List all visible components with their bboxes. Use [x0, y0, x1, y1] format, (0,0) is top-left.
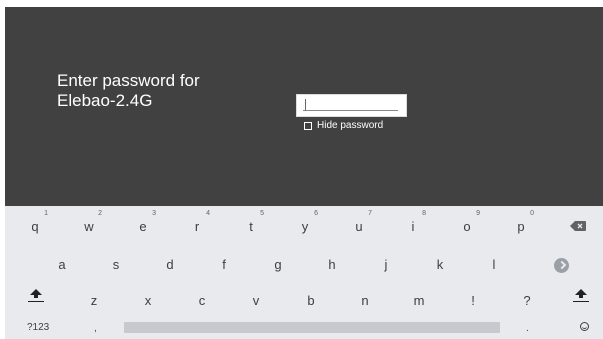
key-label: x	[144, 293, 152, 308]
key-w[interactable]: w 2	[75, 210, 103, 235]
key-label: v	[252, 293, 260, 308]
key-label: y	[301, 219, 309, 234]
key-hint: 6	[314, 210, 318, 217]
key-label: n	[361, 293, 369, 308]
key-hint: 4	[206, 210, 210, 217]
key-y[interactable]: y 6	[291, 210, 319, 235]
key-question[interactable]: ?	[513, 293, 541, 309]
on-screen-keyboard: q 1 w 2 e 3 r 4 t 5 y 6 u 7 i 8 o 9 p 0 …	[5, 206, 603, 339]
key-t[interactable]: t 5	[237, 210, 265, 235]
key-hint: 8	[422, 210, 426, 217]
key-label: q	[31, 219, 39, 234]
key-m[interactable]: m	[405, 293, 433, 309]
comma-key[interactable]: ,	[94, 323, 97, 334]
key-i[interactable]: i 8	[399, 210, 427, 235]
key-o[interactable]: o 9	[453, 210, 481, 235]
key-label: d	[166, 257, 174, 272]
hide-password-label: Hide password	[317, 120, 384, 131]
key-label: r	[194, 219, 200, 234]
checkbox-icon	[304, 122, 312, 130]
input-underline	[303, 110, 398, 111]
key-h[interactable]: h	[318, 257, 346, 273]
key-hint: 9	[476, 210, 480, 217]
shift-stem	[579, 295, 583, 298]
key-e[interactable]: e 3	[129, 210, 157, 235]
enter-icon[interactable]	[554, 258, 569, 273]
key-r[interactable]: r 4	[183, 210, 211, 235]
key-u[interactable]: u 7	[345, 210, 373, 235]
key-exclamation[interactable]: !	[459, 293, 487, 309]
key-n[interactable]: n	[351, 293, 379, 309]
shift-bar	[573, 301, 589, 302]
key-hint: 2	[98, 210, 102, 217]
shift-icon[interactable]	[573, 289, 589, 303]
key-hint: 3	[152, 210, 156, 217]
key-label: ?	[523, 293, 531, 308]
backspace-icon[interactable]	[570, 221, 586, 231]
key-label: b	[307, 293, 315, 308]
key-d[interactable]: d	[156, 257, 184, 273]
key-v[interactable]: v	[242, 293, 270, 309]
password-input[interactable]	[296, 94, 407, 117]
hide-password-checkbox[interactable]: Hide password	[304, 120, 383, 132]
key-l[interactable]: l	[480, 257, 508, 273]
key-label: s	[112, 257, 120, 272]
key-label: l	[492, 257, 496, 272]
key-hint: 1	[44, 210, 48, 217]
key-label: o	[463, 219, 471, 234]
key-label: j	[384, 257, 388, 272]
shift-icon[interactable]	[28, 289, 44, 303]
key-label: e	[139, 219, 147, 234]
emoji-icon[interactable]	[580, 322, 589, 331]
key-label: w	[84, 219, 94, 234]
key-b[interactable]: b	[297, 293, 325, 309]
key-label: i	[411, 219, 415, 234]
key-q[interactable]: q 1	[21, 210, 49, 235]
key-a[interactable]: a	[48, 257, 76, 273]
key-label: m	[413, 293, 425, 308]
key-label: k	[436, 257, 444, 272]
key-label: !	[471, 293, 475, 308]
key-label: t	[249, 219, 253, 234]
key-k[interactable]: k	[426, 257, 454, 273]
prompt-title: Enter password for	[57, 71, 200, 90]
space-bar[interactable]	[124, 322, 500, 333]
shift-stem	[34, 295, 38, 298]
network-name: Elebao-2.4G	[57, 91, 153, 110]
key-g[interactable]: g	[264, 257, 292, 273]
period-key[interactable]: .	[526, 323, 529, 334]
key-hint: 7	[368, 210, 372, 217]
key-j[interactable]: j	[372, 257, 400, 273]
key-f[interactable]: f	[210, 257, 238, 273]
key-label: c	[198, 293, 206, 308]
key-s[interactable]: s	[102, 257, 130, 273]
key-label: u	[355, 219, 363, 234]
key-z[interactable]: z	[80, 293, 108, 309]
key-label: f	[222, 257, 226, 272]
key-hint: 5	[260, 210, 264, 217]
symbols-key[interactable]: ?123	[27, 322, 49, 334]
key-label: a	[58, 257, 66, 272]
key-c[interactable]: c	[188, 293, 216, 309]
key-hint: 0	[530, 210, 534, 217]
wifi-password-dialog: Enter password for Elebao-2.4G Hide pass…	[5, 7, 603, 339]
key-label: p	[517, 219, 525, 234]
key-p[interactable]: p 0	[507, 210, 535, 235]
key-label: h	[328, 257, 336, 272]
key-label: g	[274, 257, 282, 272]
key-label: z	[90, 293, 98, 308]
password-prompt: Enter password for Elebao-2.4G	[57, 71, 200, 111]
shift-bar	[28, 301, 44, 302]
key-x[interactable]: x	[134, 293, 162, 309]
